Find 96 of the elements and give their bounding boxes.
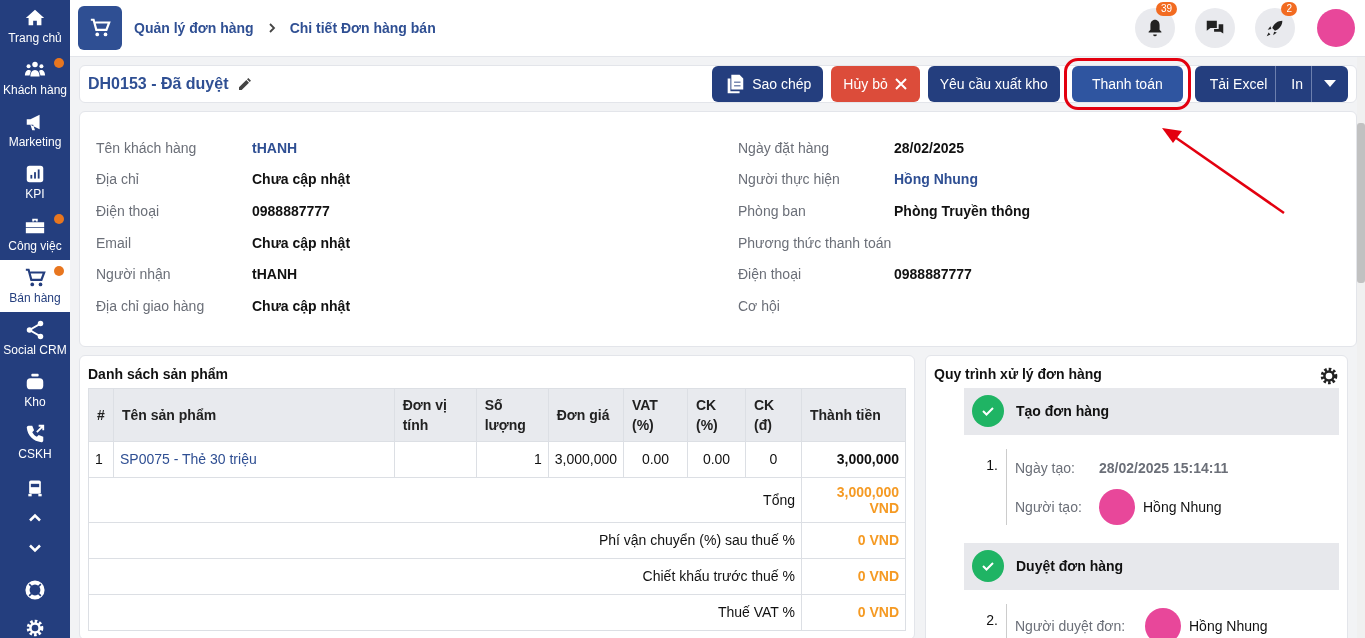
sidebar-item[interactable]: KPI xyxy=(0,156,70,208)
column-header: # xyxy=(88,388,114,442)
share-icon xyxy=(24,319,46,341)
chart-icon xyxy=(24,163,46,185)
lifebuoy-icon[interactable] xyxy=(25,580,45,600)
sidebar-item[interactable]: Công việc xyxy=(0,208,70,260)
breadcrumb-link[interactable]: Quản lý đơn hàng xyxy=(134,20,254,36)
person-name: Hồng Nhung xyxy=(1143,498,1222,515)
table-cell: 0.00 xyxy=(623,441,688,478)
field-label: Cơ hội xyxy=(738,297,781,314)
cart-button[interactable] xyxy=(78,6,122,50)
table-cell: 3,000,000 xyxy=(548,441,624,478)
field-label: Điện thoại xyxy=(738,266,803,283)
field-label: Phòng ban xyxy=(738,203,807,219)
action-button[interactable]: Yêu cầu xuất kho xyxy=(927,66,1060,102)
step-number: 1. xyxy=(985,455,999,475)
field-label: Ngày đặt hàng xyxy=(738,139,831,156)
table-cell: 0 xyxy=(745,441,802,478)
field-label: Tên khách hàng xyxy=(96,139,198,156)
field-label: Người thực hiện xyxy=(738,171,841,188)
column-header: VAT (%) xyxy=(623,388,688,442)
summary-value: 0 VND xyxy=(801,558,906,595)
sidebar-item[interactable]: Trang chủ xyxy=(0,0,70,52)
count-badge: 2 xyxy=(1281,2,1297,16)
field-label: Email xyxy=(96,234,132,251)
field-label: Địa chỉ xyxy=(96,171,140,188)
split-button-part[interactable]: In xyxy=(1276,66,1312,102)
summary-value: 0 VND xyxy=(801,594,906,631)
field-value[interactable]: tHANH xyxy=(252,139,298,156)
sidebar-item[interactable]: Kho xyxy=(0,364,70,416)
table-cell: 3,000,000 xyxy=(801,441,906,478)
field-value: 0988887777 xyxy=(252,203,330,219)
close-icon xyxy=(893,77,908,91)
field-value: Chưa cập nhật xyxy=(252,234,351,251)
field-value: Chưa cập nhật xyxy=(252,171,351,188)
pencil-icon[interactable] xyxy=(236,76,253,92)
summary-label: Phí vận chuyển (%) sau thuế % xyxy=(88,522,802,559)
phone-icon xyxy=(24,423,46,445)
sidebar-item[interactable]: Marketing xyxy=(0,104,70,156)
cart-icon xyxy=(24,267,46,289)
settings-icon[interactable] xyxy=(1319,365,1339,386)
column-header: Đơn giá xyxy=(548,388,624,442)
field-value: tHANH xyxy=(252,266,298,283)
field-value: Chưa cập nhật xyxy=(252,297,351,314)
summary-label: Thuế VAT % xyxy=(88,594,802,631)
step-field-label: Người duyệt đơn: xyxy=(1015,617,1127,634)
field-label: Người nhận xyxy=(96,266,172,283)
summary-value: 3,000,000 VND xyxy=(801,477,906,523)
split-button-part[interactable]: Tải Excel xyxy=(1194,66,1277,102)
field-value: 0988887777 xyxy=(894,266,972,283)
person-name: Hồng Nhung xyxy=(1189,617,1268,634)
column-header: Số lượng xyxy=(476,388,549,442)
step-field-label: Người tạo: xyxy=(1015,498,1083,515)
table-cell: 1 xyxy=(476,441,549,478)
step-title: Duyệt đơn hàng xyxy=(1016,558,1124,575)
step-field-value: 28/02/2025 15:14:11 xyxy=(1099,459,1229,476)
column-header: Tên sản phẩm xyxy=(113,388,395,442)
table-cell: 0.00 xyxy=(687,441,746,478)
action-button[interactable]: Sao chép xyxy=(712,66,824,102)
order-title: DH0153 - Đã duyệt xyxy=(88,75,229,93)
sidebar-item[interactable]: Khách hàng xyxy=(0,52,70,104)
column-header: Đơn vị tính xyxy=(394,388,477,442)
chat-button[interactable] xyxy=(1195,8,1235,48)
field-value[interactable]: Hồng Nhung xyxy=(894,171,978,188)
column-header: Thành tiền xyxy=(801,388,906,442)
summary-label: Chiết khấu trước thuế % xyxy=(88,558,802,595)
action-button[interactable]: Hủy bỏ xyxy=(831,66,920,102)
avatar xyxy=(1099,488,1135,525)
bus-icon[interactable] xyxy=(25,478,45,498)
avatar xyxy=(1145,607,1181,638)
cart-icon xyxy=(89,17,111,39)
table-cell[interactable]: SP0075 - Thẻ 30 triệu xyxy=(113,441,395,478)
field-value: Phòng Truyền thông xyxy=(894,203,1031,219)
count-badge: 39 xyxy=(1155,2,1177,16)
step-field-label: Ngày tạo: xyxy=(1015,459,1076,476)
summary-label: Tổng xyxy=(88,477,802,523)
sidebar-item[interactable]: Bán hàng xyxy=(0,260,70,312)
scrollbar-thumb[interactable] xyxy=(1357,123,1365,283)
field-label: Phương thức thanh toán xyxy=(738,234,893,251)
breadcrumb-link[interactable]: Chi tiết Đơn hàng bán xyxy=(289,20,436,36)
card-title: Quy trình xử lý đơn hàng xyxy=(934,365,1102,382)
step-number: 2. xyxy=(985,610,999,630)
field-label: Địa chỉ giao hàng xyxy=(96,297,206,314)
column-header: CK (%) xyxy=(687,388,746,442)
column-header: CK (đ) xyxy=(745,388,802,442)
avatar[interactable] xyxy=(1317,9,1355,47)
field-value: 28/02/2025 xyxy=(894,139,965,156)
summary-value: 0 VND xyxy=(801,522,906,559)
settings-icon[interactable] xyxy=(25,618,45,638)
table-cell: 1 xyxy=(88,441,114,478)
sidebar-item[interactable]: CSKH xyxy=(0,416,70,468)
sidebar-item[interactable]: Social CRM xyxy=(0,312,70,364)
step-title: Tạo đơn hàng xyxy=(1016,403,1110,420)
caret-icon xyxy=(1324,80,1336,88)
card-title: Danh sách sản phẩm xyxy=(88,365,230,382)
field-label: Điện thoại xyxy=(96,203,161,219)
